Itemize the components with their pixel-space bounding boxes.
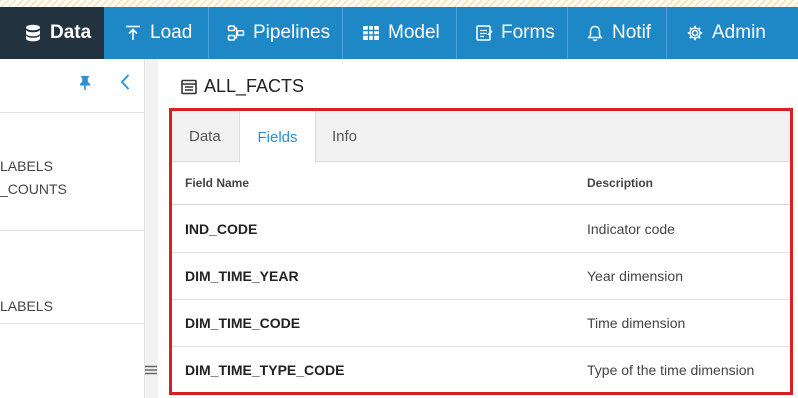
table-header: Field Name Description xyxy=(172,163,790,205)
field-description: Year dimension xyxy=(587,268,683,284)
tab-fields[interactable]: Fields xyxy=(239,111,316,163)
column-header-description[interactable]: Description xyxy=(587,176,653,190)
field-description: Time dimension xyxy=(587,315,686,331)
page-title-text: ALL_FACTS xyxy=(204,76,305,96)
field-name: DIM_TIME_TYPE_CODE xyxy=(185,362,345,378)
nav-notif[interactable]: Notif xyxy=(568,7,667,59)
chevron-left-icon[interactable] xyxy=(119,73,131,96)
left-panel-header xyxy=(0,59,144,113)
forms-icon xyxy=(473,22,495,44)
top-stripe xyxy=(0,0,798,7)
nav-data-label: Data xyxy=(50,22,92,43)
left-list-item[interactable]: LABELS xyxy=(0,295,144,318)
nav-pipelines-label: Pipelines xyxy=(253,22,331,43)
table-row[interactable]: DIM_TIME_TYPE_CODE Type of the time dime… xyxy=(172,347,790,394)
left-item-label: LABELS xyxy=(0,298,53,314)
left-item-label: _COUNTS xyxy=(0,181,67,197)
list-divider xyxy=(0,230,144,231)
field-name: DIM_TIME_CODE xyxy=(185,315,301,331)
tab-data-label: Data xyxy=(189,128,221,145)
nav-load[interactable]: Load xyxy=(104,7,209,59)
nav-pipelines[interactable]: Pipelines xyxy=(209,7,343,59)
tab-data[interactable]: Data xyxy=(189,111,221,162)
nav-load-label: Load xyxy=(150,22,193,43)
drag-handle-icon[interactable] xyxy=(145,362,157,378)
gear-icon xyxy=(684,22,706,44)
upload-icon xyxy=(122,22,144,44)
page-title: ALL_FACTS xyxy=(180,76,304,97)
list-divider xyxy=(0,323,144,324)
nav-admin[interactable]: Admin xyxy=(667,7,798,59)
bell-icon xyxy=(584,22,606,44)
nav-forms-label: Forms xyxy=(501,22,555,43)
model-icon xyxy=(360,22,382,44)
nav-forms[interactable]: Forms xyxy=(457,7,568,59)
nav-data[interactable]: Data xyxy=(0,7,104,59)
nav-notif-label: Notif xyxy=(612,22,652,43)
panel-resizer[interactable] xyxy=(144,59,158,398)
database-icon xyxy=(22,22,44,44)
pipelines-icon xyxy=(225,22,247,44)
field-name: IND_CODE xyxy=(185,221,258,237)
field-name: DIM_TIME_YEAR xyxy=(185,268,299,284)
tab-fields-label: Fields xyxy=(257,128,298,146)
table-row[interactable]: IND_CODE Indicator code xyxy=(172,206,790,253)
pin-icon[interactable] xyxy=(78,75,92,96)
tab-info[interactable]: Info xyxy=(332,111,357,162)
left-item-label: LABELS xyxy=(0,158,53,174)
tab-bar: Data Fields Info xyxy=(172,111,790,163)
table-icon xyxy=(180,78,198,96)
left-list-item[interactable]: LABELS _COUNTS xyxy=(0,155,144,201)
nav-admin-label: Admin xyxy=(712,22,766,43)
table-row[interactable]: DIM_TIME_CODE Time dimension xyxy=(172,300,790,347)
nav-model-label: Model xyxy=(388,22,440,43)
field-description: Type of the time dimension xyxy=(587,362,755,378)
field-description: Indicator code xyxy=(587,221,675,237)
column-header-field-name[interactable]: Field Name xyxy=(185,176,249,190)
table-row[interactable]: DIM_TIME_YEAR Year dimension xyxy=(172,253,790,300)
nav-model[interactable]: Model xyxy=(343,7,457,59)
tab-info-label: Info xyxy=(332,128,358,145)
left-panel: LABELS _COUNTS LABELS xyxy=(0,59,144,398)
